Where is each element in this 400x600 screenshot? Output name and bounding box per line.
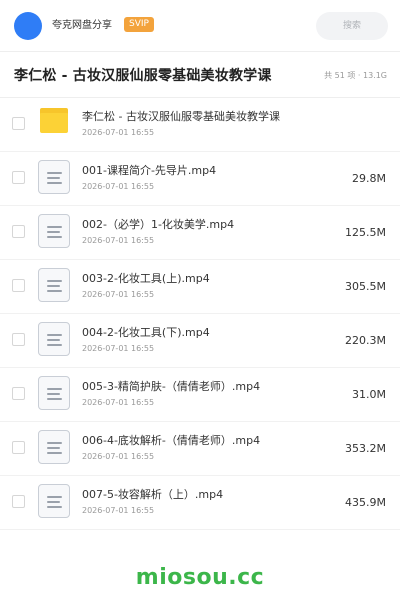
file-name: 006-4-底妆解析-（倩倩老师）.mp4 <box>82 434 261 447</box>
list-item[interactable]: 006-4-底妆解析-（倩倩老师）.mp4 2026-07-01 16:55 3… <box>0 422 400 476</box>
file-date: 2026-07-01 16:55 <box>82 398 155 407</box>
share-header: 李仁松 - 古妆汉服仙服零基础美妆教学课 共 51 项 · 13.1G <box>0 52 400 98</box>
folder-icon <box>38 106 70 140</box>
row-checkbox[interactable] <box>12 333 25 346</box>
list-item[interactable]: 001-课程简介-先导片.mp4 2026-07-01 16:55 29.8M <box>0 152 400 206</box>
list-item[interactable]: 007-5-妆容解析（上）.mp4 2026-07-01 16:55 435.9… <box>0 476 400 530</box>
file-size: 31.0M <box>352 388 386 401</box>
file-date: 2026-07-01 16:55 <box>82 128 155 137</box>
document-icon <box>38 268 70 302</box>
list-item[interactable]: 005-3-精简护肤-（倩倩老师）.mp4 2026-07-01 16:55 3… <box>0 368 400 422</box>
file-date: 2026-07-01 16:55 <box>82 506 155 515</box>
file-name: 007-5-妆容解析（上）.mp4 <box>82 488 224 501</box>
avatar[interactable] <box>14 12 42 40</box>
file-date: 2026-07-01 16:55 <box>82 290 155 299</box>
row-checkbox[interactable] <box>12 117 25 130</box>
file-name: 001-课程简介-先导片.mp4 <box>82 164 217 177</box>
row-checkbox[interactable] <box>12 387 25 400</box>
file-size: 29.8M <box>352 172 386 185</box>
file-name: 004-2-化妆工具(下).mp4 <box>82 326 210 339</box>
top-bar: 夸克网盘分享 SVIP 搜索 <box>0 0 400 52</box>
document-icon <box>38 160 70 194</box>
file-name: 李仁松 - 古妆汉服仙服零基础美妆教学课 <box>82 110 280 123</box>
list-item[interactable]: 李仁松 - 古妆汉服仙服零基础美妆教学课 2026-07-01 16:55 <box>0 98 400 152</box>
list-item[interactable]: 004-2-化妆工具(下).mp4 2026-07-01 16:55 220.3… <box>0 314 400 368</box>
file-date: 2026-07-01 16:55 <box>82 236 155 245</box>
page-title: 李仁松 - 古妆汉服仙服零基础美妆教学课 <box>14 68 272 84</box>
file-size: 435.9M <box>345 496 386 509</box>
file-date: 2026-07-01 16:55 <box>82 452 155 461</box>
svip-badge: SVIP <box>124 17 154 32</box>
file-name: 002-（必学）1-化妆美学.mp4 <box>82 218 235 231</box>
list-item[interactable]: 003-2-化妆工具(上).mp4 2026-07-01 16:55 305.5… <box>0 260 400 314</box>
brand-label: 夸克网盘分享 <box>52 20 112 31</box>
file-size: 220.3M <box>345 334 386 347</box>
row-checkbox[interactable] <box>12 171 25 184</box>
document-icon <box>38 376 70 410</box>
file-date: 2026-07-01 16:55 <box>82 182 155 191</box>
document-icon <box>38 322 70 356</box>
row-checkbox[interactable] <box>12 225 25 238</box>
document-icon <box>38 430 70 464</box>
document-icon <box>38 214 70 248</box>
file-name: 003-2-化妆工具(上).mp4 <box>82 272 210 285</box>
row-checkbox[interactable] <box>12 279 25 292</box>
row-checkbox[interactable] <box>12 441 25 454</box>
document-icon <box>38 484 70 518</box>
list-item[interactable]: 002-（必学）1-化妆美学.mp4 2026-07-01 16:55 125.… <box>0 206 400 260</box>
file-size: 353.2M <box>345 442 386 455</box>
row-checkbox[interactable] <box>12 495 25 508</box>
share-meta: 共 51 项 · 13.1G <box>324 71 387 80</box>
file-size: 125.5M <box>345 226 386 239</box>
file-name: 005-3-精简护肤-（倩倩老师）.mp4 <box>82 380 261 393</box>
file-size: 305.5M <box>345 280 386 293</box>
watermark: miosou.cc <box>135 565 265 590</box>
file-date: 2026-07-01 16:55 <box>82 344 155 353</box>
search-input[interactable]: 搜索 <box>316 12 388 40</box>
